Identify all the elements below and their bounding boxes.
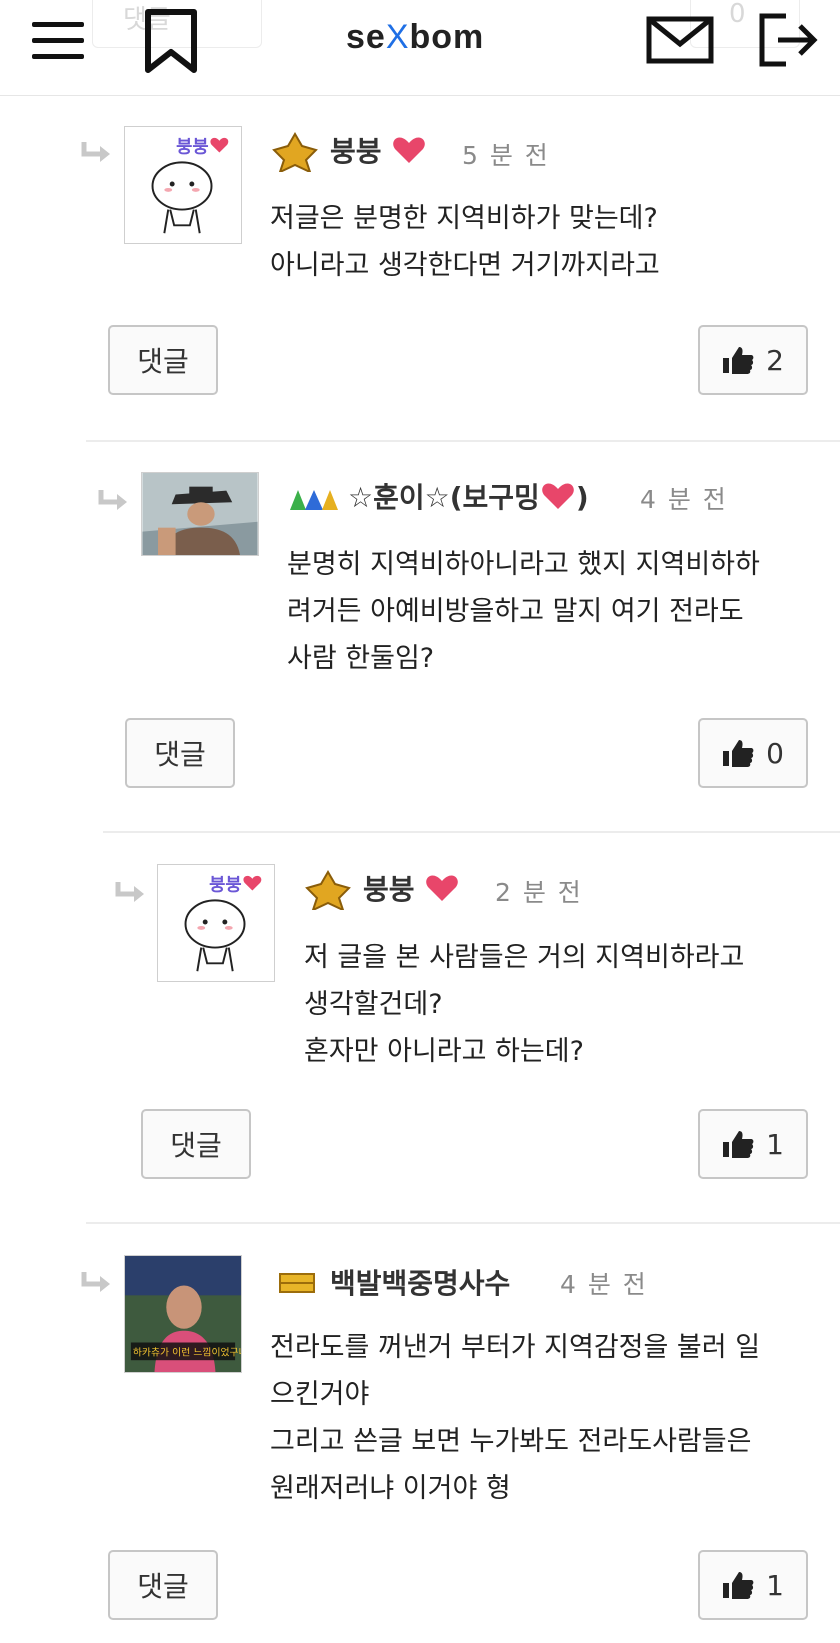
like-count: 1 xyxy=(766,1127,784,1161)
comment-text-line: 분명히 지역비하아니라고 했지 지역비하하 xyxy=(287,549,760,580)
reply-arrow-icon xyxy=(80,140,116,168)
comment-divider xyxy=(86,1222,840,1224)
logo-text-prefix: se xyxy=(346,18,386,56)
reply-button[interactable]: 댓글 xyxy=(141,1109,251,1179)
username-text: 붕붕 xyxy=(363,873,415,906)
reply-button[interactable]: 댓글 xyxy=(108,1550,218,1620)
comment-text-line: 저글은 분명한 지역비하가 맞는데? xyxy=(270,203,658,234)
avatar-label: 붕붕 xyxy=(209,875,242,896)
heart-icon xyxy=(540,481,576,511)
avatar[interactable]: 붕붕 xyxy=(124,126,242,244)
comment-username[interactable]: 붕붕 xyxy=(330,130,427,170)
site-logo[interactable]: seXbom xyxy=(346,18,496,62)
avatar[interactable]: 붕붕 xyxy=(157,864,275,982)
comment-timestamp: 2 분 전 xyxy=(495,878,583,907)
username-text-end: ) xyxy=(575,481,589,514)
reply-arrow-icon xyxy=(114,880,150,908)
comment-text-line: 으킨거야 xyxy=(270,1379,370,1410)
thumbs-up-icon xyxy=(723,1131,754,1158)
comment-divider xyxy=(103,831,840,833)
like-count: 2 xyxy=(766,343,784,377)
logo-text-x: X xyxy=(385,18,410,56)
comment-text-line: 사람 한둘임? xyxy=(287,643,435,674)
avatar[interactable]: 하카츄가 이런 느낌이었구나 xyxy=(124,1255,242,1373)
comment-text-line: 려거든 아예비방을하고 말지 여기 전라도 xyxy=(287,596,744,627)
like-button[interactable]: 2 xyxy=(698,325,808,395)
comment-text-line: 그리고 쓴글 보면 누가봐도 전라도사람들은 xyxy=(270,1426,752,1457)
thumbs-up-icon xyxy=(723,1572,754,1599)
bookmark-icon[interactable] xyxy=(140,6,204,76)
comment-text-line: 원래저러냐 이거야 형 xyxy=(270,1473,511,1504)
color-triangles-icon xyxy=(288,482,340,512)
avatar-caption: 하카츄가 이런 느낌이었구나 xyxy=(133,1345,241,1358)
mail-icon[interactable] xyxy=(646,16,714,64)
gold-bar-icon xyxy=(278,1270,316,1296)
reply-button[interactable]: 댓글 xyxy=(125,718,235,788)
reply-arrow-icon xyxy=(80,1270,116,1298)
avatar-label: 붕붕 xyxy=(176,137,209,158)
like-button[interactable]: 0 xyxy=(698,718,808,788)
comment-text-line: 저 글을 본 사람들은 거의 지역비하라고 xyxy=(304,942,745,973)
logo-text-suffix: bom xyxy=(409,18,485,56)
comment-timestamp: 5 분 전 xyxy=(462,141,550,170)
gold-trophy-icon xyxy=(272,132,318,174)
like-count: 1 xyxy=(766,1568,784,1602)
comment-text-line: 생각할건데? xyxy=(304,989,443,1020)
comment-timestamp: 4 분 전 xyxy=(640,485,728,514)
comment-username[interactable]: ☆훈이☆(보구밍) xyxy=(348,476,589,516)
username-text: 붕붕 xyxy=(330,135,382,168)
like-button[interactable]: 1 xyxy=(698,1109,808,1179)
comment-text-line: 전라도를 꺼낸거 부터가 지역감정을 불러 일 xyxy=(270,1332,761,1363)
reply-arrow-icon xyxy=(97,488,133,516)
heart-icon xyxy=(391,135,427,165)
logout-icon[interactable] xyxy=(756,10,820,70)
like-count: 0 xyxy=(766,736,784,770)
comment-divider xyxy=(86,440,840,442)
hamburger-menu-icon[interactable] xyxy=(32,22,84,62)
thumbs-up-icon xyxy=(723,740,754,767)
comment-text-line: 혼자만 아니라고 하는데? xyxy=(304,1036,584,1067)
thumbs-up-icon xyxy=(723,347,754,374)
username-text: ☆훈이☆(보구밍 xyxy=(348,481,540,514)
heart-icon xyxy=(424,873,460,903)
like-button[interactable]: 1 xyxy=(698,1550,808,1620)
comment-username[interactable]: 붕붕 xyxy=(363,868,460,908)
comment-timestamp: 4 분 전 xyxy=(560,1270,648,1299)
gold-trophy-icon xyxy=(305,870,351,912)
reply-button[interactable]: 댓글 xyxy=(108,325,218,395)
top-header: 댓글 0 seXbom xyxy=(0,0,840,96)
comment-text-line: 아니라고 생각한다면 거기까지라고 xyxy=(270,250,660,281)
avatar[interactable] xyxy=(141,472,259,556)
comment-username[interactable]: 백발백중명사수 xyxy=(330,1262,510,1302)
